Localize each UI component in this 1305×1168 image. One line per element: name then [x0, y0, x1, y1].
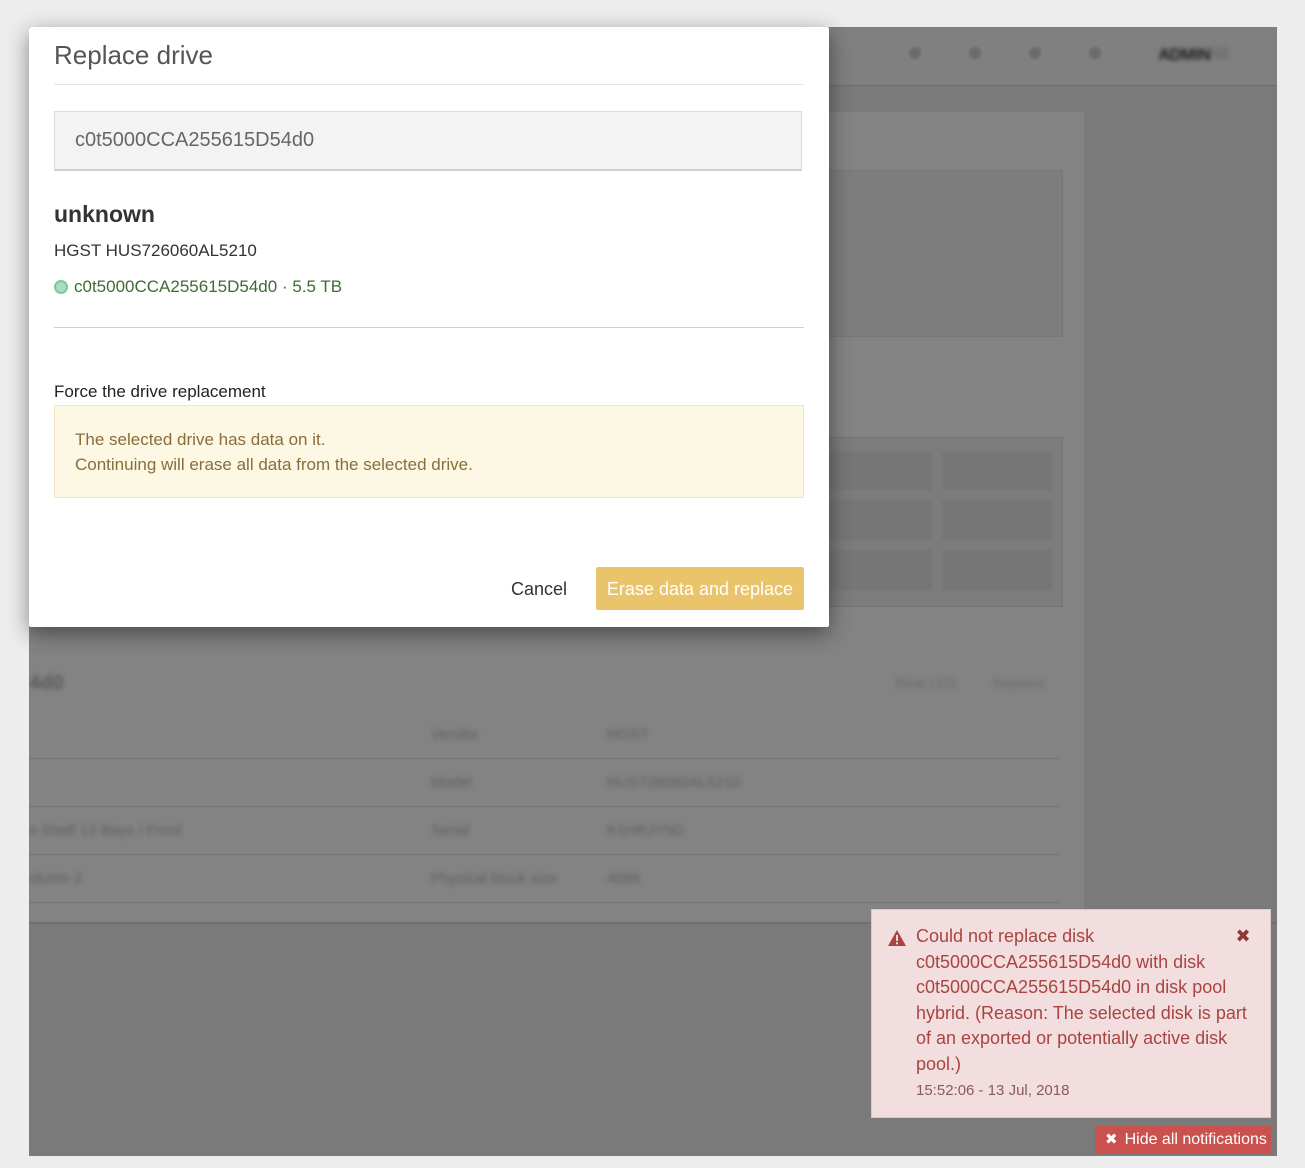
- erase-and-replace-button[interactable]: Erase data and replace: [596, 567, 804, 610]
- drive-id-row: c0t5000CCA255615D54d0 · 5.5 TB: [54, 277, 342, 297]
- warning-line: Continuing will erase all data from the …: [75, 455, 473, 474]
- notification-timestamp: 15:52:06 - 13 Jul, 2018: [916, 1082, 1070, 1099]
- user-menu: ADMIN: [1159, 47, 1229, 64]
- cancel-button[interactable]: Cancel: [499, 567, 579, 609]
- table-row: olumn 2 Physical block size 4096: [29, 854, 1059, 903]
- warning-alert: The selected drive has data on it. Conti…: [54, 405, 804, 498]
- status-dot-icon: [54, 280, 68, 294]
- divider: [54, 327, 804, 328]
- drive-model: HGST HUS726060AL5210: [54, 241, 257, 260]
- background-grid: [799, 437, 1063, 607]
- table-row: Vendor HGST: [29, 710, 1059, 759]
- close-icon[interactable]: ✖: [1235, 927, 1251, 945]
- replace-link: Replace: [993, 675, 1045, 691]
- table-row: Model HUS726060AL5210: [29, 758, 1059, 807]
- background-panel: [799, 170, 1063, 337]
- table-row: n Shelf 12 Bays / Front Serial K1HRJY5D: [29, 806, 1059, 855]
- nav-icon: [1089, 47, 1101, 59]
- close-icon: ✖: [1105, 1131, 1118, 1148]
- hide-all-notifications-button[interactable]: ✖ Hide all notifications: [1095, 1126, 1271, 1154]
- replace-drive-modal: Replace drive c0t5000CCA255615D54d0 unkn…: [29, 27, 829, 627]
- warning-line: The selected drive has data on it.: [75, 430, 326, 449]
- notification-message: Could not replace disk c0t5000CCA255615D…: [916, 926, 1247, 1074]
- blink-led-link: Blink LED: [895, 675, 957, 691]
- error-notification: Could not replace disk c0t5000CCA255615D…: [871, 909, 1271, 1118]
- nav-icon: [1029, 47, 1041, 59]
- force-replacement-label: Force the drive replacement: [54, 382, 266, 401]
- drive-id: c0t5000CCA255615D54d0: [74, 277, 278, 296]
- nav-icon: [969, 47, 981, 59]
- size-separator: ·: [277, 277, 293, 296]
- modal-title: Replace drive: [54, 40, 213, 70]
- drive-name: unknown: [54, 201, 155, 227]
- drive-select-field[interactable]: c0t5000CCA255615D54d0: [54, 111, 802, 171]
- divider: [54, 84, 804, 85]
- warning-icon: [888, 930, 906, 946]
- background-section-title: 4d0: [29, 672, 64, 694]
- drive-size: 5.5 TB: [292, 277, 343, 296]
- nav-icon: [909, 47, 921, 59]
- hide-all-label: Hide all notifications: [1124, 1131, 1267, 1148]
